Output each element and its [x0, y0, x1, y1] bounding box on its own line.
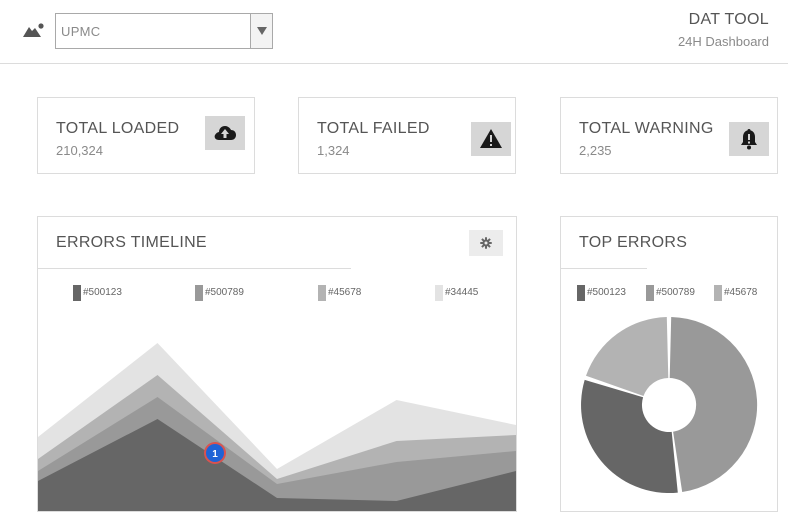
stat-label: TOTAL LOADED — [56, 120, 180, 137]
select-dropdown-button[interactable] — [250, 14, 272, 48]
errors-timeline-chart — [38, 343, 516, 511]
stat-value: 210,324 — [56, 143, 103, 158]
stat-icon-box — [471, 122, 511, 156]
stat-icon-box — [205, 116, 245, 150]
stat-card-total-failed: TOTAL FAILED 1,324 — [298, 97, 516, 174]
warning-icon — [480, 129, 502, 148]
top-errors-panel: TOP ERRORS #500123 #500789 #45678 — [560, 216, 778, 512]
errors-timeline-panel: ERRORS TIMELINE #500123 #500789 #45678 #… — [37, 216, 517, 512]
stat-card-total-warning: TOTAL WARNING 2,235 — [560, 97, 778, 174]
stat-icon-box — [729, 122, 769, 156]
top-errors-donut-chart — [581, 317, 758, 494]
bell-alert-icon — [741, 129, 757, 150]
stat-card-total-loaded: TOTAL LOADED 210,324 — [37, 97, 255, 174]
top-bar: UPMC DAT TOOL 24H Dashboard — [0, 0, 788, 64]
donut-slice-500123 — [581, 379, 678, 494]
stat-label: TOTAL WARNING — [579, 120, 714, 137]
chart-marker-label: 1 — [212, 449, 218, 460]
landscape-icon — [23, 23, 44, 37]
organization-select-value: UPMC — [61, 24, 101, 39]
stat-value: 2,235 — [579, 143, 612, 158]
donut-slice-500789 — [669, 317, 758, 492]
stat-value: 1,324 — [317, 143, 350, 158]
app-subtitle: 24H Dashboard — [677, 34, 769, 49]
chart-marker-badge[interactable]: 1 — [203, 441, 227, 465]
triangle-down-icon — [257, 27, 267, 35]
cloud-upload-icon — [214, 126, 236, 140]
app-title: DAT TOOL — [688, 11, 769, 28]
stat-label: TOTAL FAILED — [317, 120, 430, 137]
organization-select[interactable]: UPMC — [55, 13, 273, 49]
